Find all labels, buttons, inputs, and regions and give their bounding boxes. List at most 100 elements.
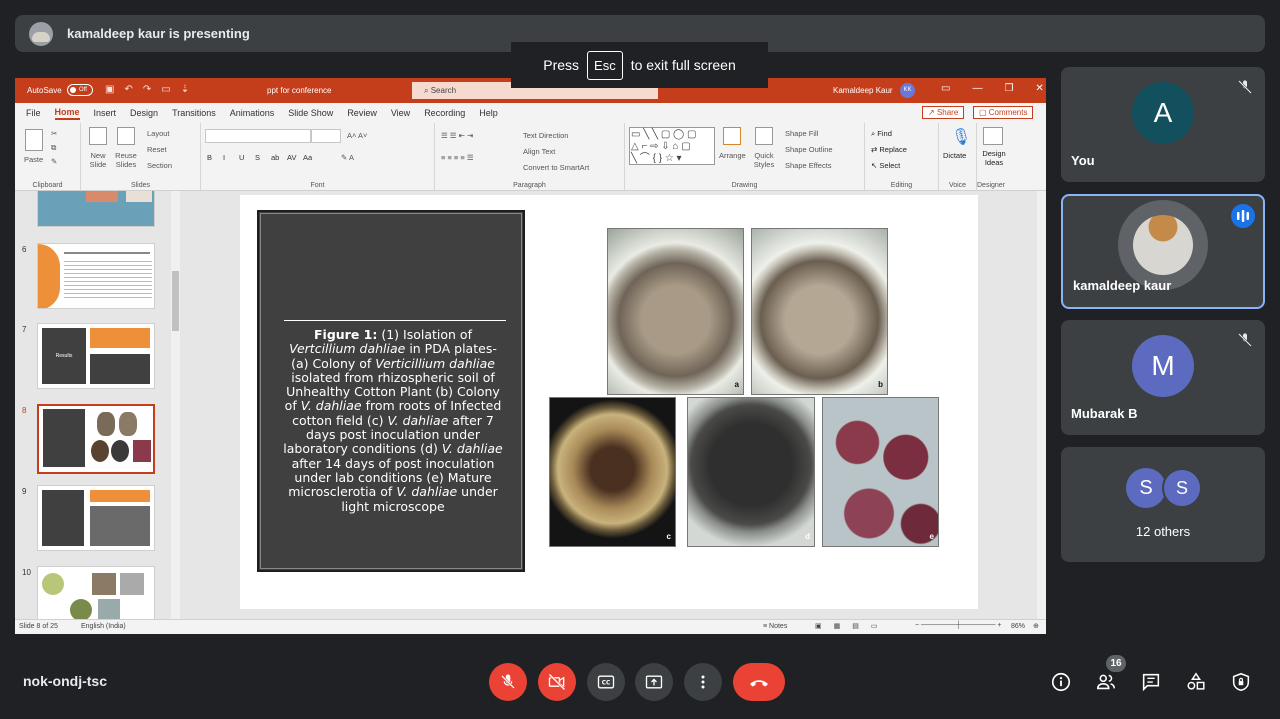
mic-toggle-button[interactable] [489, 663, 527, 701]
font-format-button[interactable]: ab [271, 153, 279, 162]
microphone-icon[interactable]: 🎙 [951, 127, 971, 147]
align-text-button[interactable]: Align Text [523, 147, 555, 156]
align-icons[interactable]: ≡ ≡ ≡ ≡ ☰ [441, 153, 474, 162]
font-format-button[interactable]: S [255, 153, 260, 162]
autosave-toggle[interactable]: Off [67, 84, 93, 96]
section-button[interactable]: Section [147, 161, 172, 170]
new-slide-label[interactable]: New Slide [85, 151, 111, 169]
reset-button[interactable]: Reset [147, 145, 167, 154]
select-button[interactable]: ↖ Select [871, 161, 900, 170]
figure-caption-box[interactable]: Figure 1: (1) Isolation of Vertcillium d… [257, 210, 525, 572]
participant-tile-you[interactable]: A You [1061, 67, 1265, 182]
restore-icon[interactable]: ❐ [1004, 83, 1013, 94]
ribbon-options-icon[interactable]: ▭ [941, 83, 950, 94]
camera-toggle-button[interactable] [538, 663, 576, 701]
ribbon-tab-home[interactable]: Home [54, 107, 80, 120]
ribbon-tab-view[interactable]: View [391, 108, 410, 118]
replace-button[interactable]: ⇄ Replace [871, 145, 907, 154]
participant-tile-others[interactable]: S S 12 others [1061, 447, 1265, 562]
minimize-icon[interactable]: — [972, 83, 982, 94]
bullets-icon[interactable]: ☰ ☰ ⇤ ⇥ [441, 131, 473, 140]
font-format-button[interactable]: U [239, 153, 244, 162]
ribbon-tab-insert[interactable]: Insert [94, 108, 117, 118]
arrange-icon[interactable] [723, 127, 741, 145]
participant-tile-kamaldeep[interactable]: kamaldeep kaur [1061, 194, 1265, 309]
cut-icon[interactable]: ✂ [51, 129, 57, 138]
zoom-slider[interactable]: − ───────┼─────── + [915, 622, 1001, 629]
thumbnail-slide-selected[interactable] [37, 404, 155, 474]
arrange-label[interactable]: Arrange [719, 151, 746, 160]
ribbon-tab-review[interactable]: Review [347, 108, 377, 118]
text-direction-button[interactable]: Text Direction [523, 131, 568, 140]
paste-icon[interactable] [25, 129, 43, 151]
shape-effects-button[interactable]: Shape Effects [785, 161, 832, 170]
leave-call-button[interactable] [733, 663, 785, 701]
fit-slide-icon[interactable]: ⊕ [1033, 622, 1039, 630]
thumbnail-slide[interactable] [37, 191, 155, 227]
find-button[interactable]: ⌕ Find [871, 129, 892, 139]
thumbnails-scrollbar[interactable] [171, 191, 180, 619]
thumbnail-slide[interactable] [37, 485, 155, 551]
ribbon-tab-design[interactable]: Design [130, 108, 158, 118]
ribbon-tab-file[interactable]: File [26, 108, 41, 118]
chat-button[interactable] [1139, 670, 1163, 694]
captions-button[interactable]: CC [587, 663, 625, 701]
grow-font-icon[interactable]: A˄ A˅ [347, 131, 367, 140]
reuse-slides-label[interactable]: Reuse Slides [113, 151, 139, 169]
quick-styles-icon[interactable] [755, 127, 773, 145]
font-format-button[interactable]: I [223, 153, 225, 162]
font-format-button[interactable]: Aa [303, 153, 312, 162]
dictate-label[interactable]: Dictate [943, 151, 966, 160]
convert-smartart-button[interactable]: Convert to SmartArt [523, 163, 589, 172]
slide[interactable]: Figure 1: (1) Isolation of Vertcillium d… [240, 195, 978, 609]
font-size-box[interactable] [311, 129, 341, 143]
activities-button[interactable] [1184, 670, 1208, 694]
ribbon-tab-recording[interactable]: Recording [424, 108, 465, 118]
present-icon[interactable]: ▭ [161, 84, 170, 95]
font-name-box[interactable] [205, 129, 311, 143]
people-button[interactable] [1094, 670, 1118, 694]
redo-icon[interactable]: ↷ [143, 84, 151, 95]
save-icon[interactable]: ▣ [105, 84, 114, 95]
shape-outline-button[interactable]: Shape Outline [785, 145, 833, 154]
design-ideas-label[interactable]: Design Ideas [979, 149, 1009, 167]
customize-icon[interactable]: ⇣ [181, 84, 189, 95]
shapes-gallery[interactable]: ▭ ╲ ╲ ▢ ◯ ▢ △ ⌐ ⇨ ⇩ ⌂ ▢ ╲ ⌒ { } ☆ ▾ [629, 127, 715, 165]
language-status[interactable]: English (India) [81, 623, 126, 630]
search-placeholder: Search [430, 86, 457, 95]
thumbnail-slide[interactable] [37, 243, 155, 309]
ribbon-tab-help[interactable]: Help [479, 108, 498, 118]
format-painter-icon[interactable]: ✎ [51, 157, 57, 166]
close-icon[interactable]: ✕ [1035, 83, 1043, 94]
notes-button[interactable]: ≡ Notes [763, 623, 787, 630]
canvas-scrollbar[interactable] [1037, 191, 1046, 619]
present-screen-button[interactable] [635, 663, 673, 701]
thumbnail-slide[interactable] [37, 566, 155, 619]
font-format-button[interactable]: B [207, 153, 212, 162]
view-buttons[interactable]: ▣▦▤▭ [815, 622, 889, 630]
thumbnail-slide[interactable]: Results [37, 323, 155, 389]
paste-label[interactable]: Paste [24, 155, 43, 164]
comments-button[interactable]: ▢ Comments [973, 106, 1034, 119]
ppt-user-avatar[interactable]: KK [900, 83, 915, 98]
highlight-icon[interactable]: ✎ A [341, 153, 354, 162]
copy-icon[interactable]: ⧉ [51, 143, 56, 153]
undo-icon[interactable]: ↶ [124, 84, 132, 95]
ribbon-tab-slide-show[interactable]: Slide Show [288, 108, 333, 118]
ribbon-tab-animations[interactable]: Animations [230, 108, 275, 118]
reuse-slides-icon[interactable] [117, 127, 135, 145]
zoom-level[interactable]: 86% [1011, 623, 1025, 630]
shape-fill-button[interactable]: Shape Fill [785, 129, 818, 138]
ribbon-tab-transitions[interactable]: Transitions [172, 108, 216, 118]
host-controls-button[interactable] [1229, 670, 1253, 694]
more-options-button[interactable] [684, 663, 722, 701]
font-format-button[interactable]: AV [287, 153, 296, 162]
scrollbar-thumb[interactable] [172, 271, 179, 331]
quick-styles-label[interactable]: Quick Styles [751, 151, 777, 169]
design-ideas-icon[interactable] [983, 127, 1003, 145]
meeting-details-button[interactable] [1049, 670, 1073, 694]
share-button[interactable]: ↗ Share [922, 106, 965, 119]
layout-button[interactable]: Layout [147, 129, 170, 138]
new-slide-icon[interactable] [89, 127, 107, 145]
participant-tile-mubarak[interactable]: M Mubarak B [1061, 320, 1265, 435]
